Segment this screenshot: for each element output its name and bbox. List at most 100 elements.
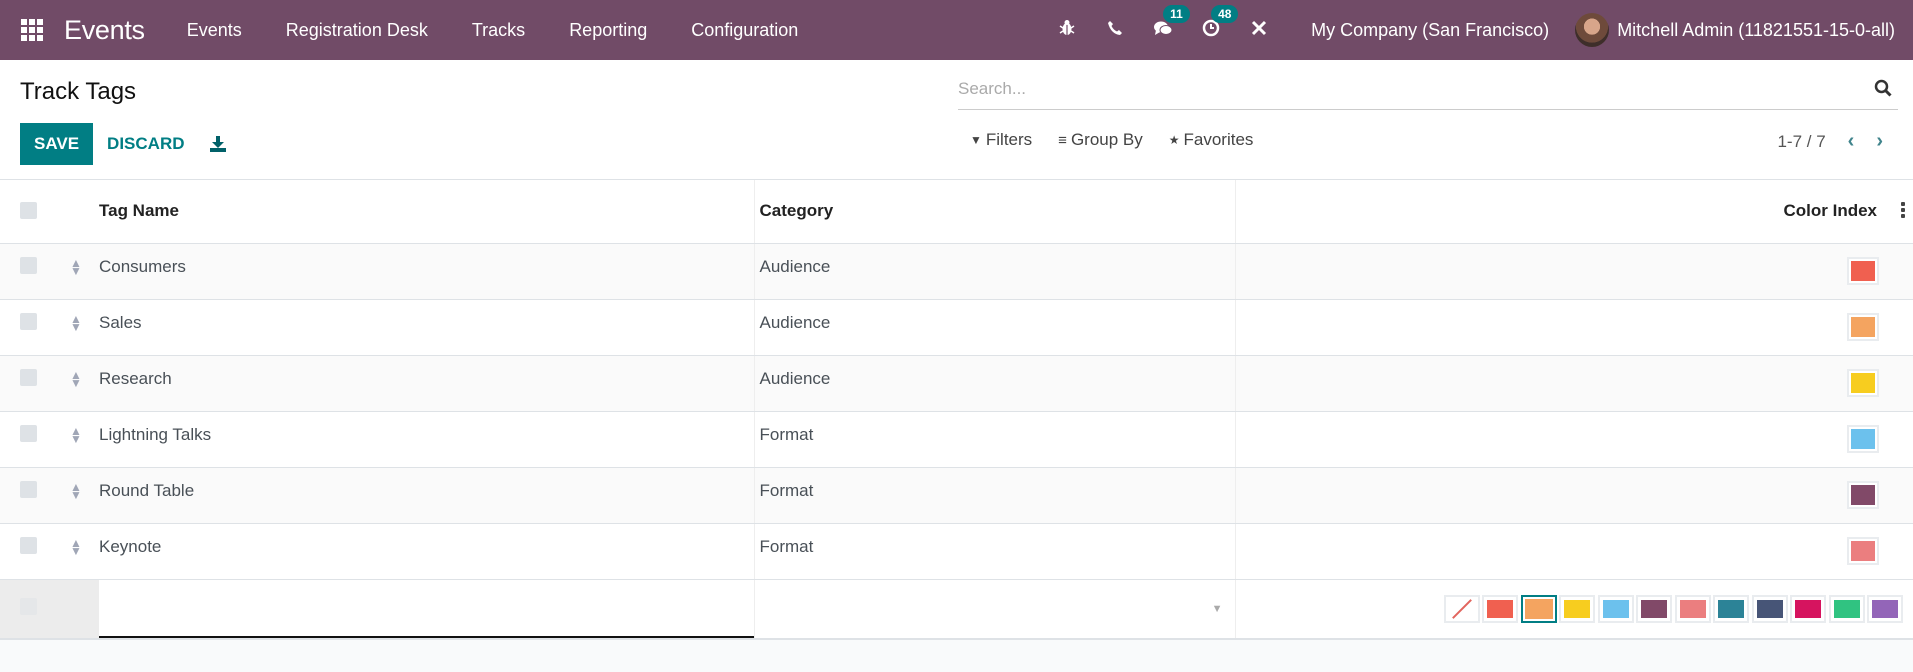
color-option[interactable] (1713, 594, 1749, 623)
page-title: Track Tags (20, 78, 137, 105)
discard-button[interactable]: DISCARD (107, 134, 184, 154)
tag-name-cell[interactable]: Consumers (99, 243, 755, 300)
save-button[interactable]: SAVE (20, 123, 94, 165)
tag-name: Lightning Talks (99, 424, 212, 444)
category-cell[interactable]: Audience (754, 299, 1236, 356)
table-row[interactable]: ▲ ▼ Research Audience (0, 355, 1913, 412)
tools-icon[interactable] (1249, 19, 1269, 42)
no-color-option[interactable] (1443, 594, 1480, 623)
group-by-label: Group By (1070, 130, 1143, 149)
color-option[interactable] (1520, 594, 1557, 623)
company-switcher[interactable]: My Company (San Francisco) (1311, 20, 1549, 41)
apps-menu-icon[interactable] (21, 19, 43, 41)
category: Format (759, 480, 814, 500)
row-checkbox[interactable] (20, 480, 37, 498)
column-category[interactable]: Category (754, 180, 1236, 244)
color-cell[interactable] (1235, 355, 1913, 412)
drag-handle-icon[interactable]: ▲ ▼ (70, 425, 82, 445)
select-all-cell (0, 180, 58, 244)
column-color-index-label: Color Index (1783, 201, 1877, 221)
tag-name-cell[interactable]: Lightning Talks (99, 411, 755, 468)
tag-name-input[interactable] (99, 579, 754, 638)
drag-handle-icon[interactable]: ▲ ▼ (70, 257, 82, 277)
drag-handle-icon[interactable]: ▲ ▼ (70, 313, 82, 333)
row-checkbox[interactable] (20, 597, 37, 615)
drag-handle-icon[interactable]: ▲ ▼ (70, 537, 82, 557)
menu-registration-desk[interactable]: Registration Desk (286, 20, 428, 41)
row-checkbox[interactable] (20, 312, 37, 330)
column-tag-name[interactable]: Tag Name (99, 180, 755, 244)
activity-clock-icon[interactable]: 48 (1201, 4, 1239, 42)
chat-icon[interactable]: 11 (1153, 4, 1190, 42)
menu-configuration[interactable]: Configuration (691, 20, 798, 41)
user-name: Mitchell Admin (11821551-15-0-all) (1617, 19, 1895, 40)
select-all-checkbox[interactable] (20, 202, 37, 220)
phone-icon[interactable] (1105, 20, 1125, 41)
drag-handle-icon[interactable]: ▲ ▼ (70, 369, 82, 389)
color-cell[interactable] (1235, 411, 1913, 468)
filters-dropdown[interactable]: ▼ Filters (970, 130, 1032, 150)
category: Audience (759, 368, 831, 388)
color-option[interactable] (1867, 594, 1903, 623)
table-row[interactable]: ▲ ▼ Round Table Format (0, 467, 1913, 524)
drag-handle-icon[interactable]: ▲ ▼ (70, 481, 82, 501)
menu-events[interactable]: Events (187, 20, 242, 41)
color-swatch (1847, 312, 1879, 341)
color-option[interactable] (1790, 594, 1826, 623)
menu-reporting[interactable]: Reporting (569, 20, 647, 41)
category-select[interactable]: ▼ (755, 580, 1235, 638)
tag-name: Round Table (99, 480, 195, 500)
tag-name-cell[interactable]: Research (99, 355, 755, 412)
color-cell[interactable] (1235, 299, 1913, 356)
row-checkbox[interactable] (20, 368, 37, 386)
group-by-dropdown[interactable]: ≡ Group By (1058, 130, 1143, 150)
avatar (1575, 13, 1610, 47)
color-cell[interactable] (1235, 243, 1913, 300)
editing-row[interactable]: ▼ (0, 579, 1913, 640)
category-cell[interactable]: Format (754, 411, 1236, 468)
category-cell[interactable]: Audience (754, 355, 1236, 412)
bug-icon[interactable] (1057, 19, 1077, 42)
download-icon[interactable] (209, 135, 227, 153)
filters-label: Filters (985, 130, 1033, 149)
tag-name-cell[interactable]: Keynote (99, 523, 755, 580)
pager-next-icon[interactable]: › (1876, 130, 1883, 153)
color-option[interactable] (1828, 594, 1865, 623)
color-option[interactable] (1636, 594, 1672, 623)
row-checkbox[interactable] (20, 256, 37, 274)
color-cell[interactable] (1235, 523, 1913, 580)
color-cell[interactable] (1235, 467, 1913, 524)
tag-name: Consumers (99, 256, 186, 276)
color-option[interactable] (1674, 594, 1711, 623)
optional-columns-icon[interactable] (1901, 202, 1905, 220)
pager-value[interactable]: 1-7 / 7 (1777, 132, 1825, 152)
color-option[interactable] (1597, 594, 1634, 623)
tag-name-cell[interactable]: Round Table (99, 467, 755, 524)
table-row[interactable]: ▲ ▼ Keynote Format (0, 523, 1913, 580)
column-color-index[interactable]: Color Index (1235, 180, 1913, 244)
table-row[interactable]: ▲ ▼ Consumers Audience (0, 243, 1913, 300)
user-menu[interactable]: Mitchell Admin (11821551-15-0-all) (1575, 13, 1895, 47)
search-options: ▼ Filters ≡ Group By ★ Favorites (970, 130, 1279, 150)
table-row[interactable]: ▲ ▼ Sales Audience (0, 299, 1913, 356)
table-row[interactable]: ▲ ▼ Lightning Talks Format (0, 411, 1913, 468)
category-cell[interactable]: Audience (754, 243, 1236, 300)
tag-name-cell[interactable]: Sales (99, 299, 755, 356)
row-checkbox[interactable] (20, 536, 37, 554)
color-option[interactable] (1482, 594, 1518, 623)
category-cell[interactable]: Format (754, 523, 1236, 580)
favorites-dropdown[interactable]: ★ Favorites (1169, 130, 1254, 150)
activities-badge: 48 (1211, 4, 1239, 23)
row-checkbox[interactable] (20, 424, 37, 442)
search-icon[interactable] (1874, 79, 1894, 99)
search-input[interactable] (958, 78, 1874, 99)
pager-previous-icon[interactable]: ‹ (1848, 130, 1855, 153)
color-option[interactable] (1559, 594, 1595, 623)
pager: 1-7 / 7 ‹ › (1777, 130, 1883, 153)
menu-tracks[interactable]: Tracks (472, 20, 525, 41)
category-cell[interactable]: Format (754, 467, 1236, 524)
app-name[interactable]: Events (64, 15, 145, 46)
control-panel: Track Tags SAVE DISCARD ▼ Filters ≡ Grou… (0, 60, 1913, 180)
category: Format (759, 536, 814, 556)
color-option[interactable] (1751, 594, 1788, 623)
